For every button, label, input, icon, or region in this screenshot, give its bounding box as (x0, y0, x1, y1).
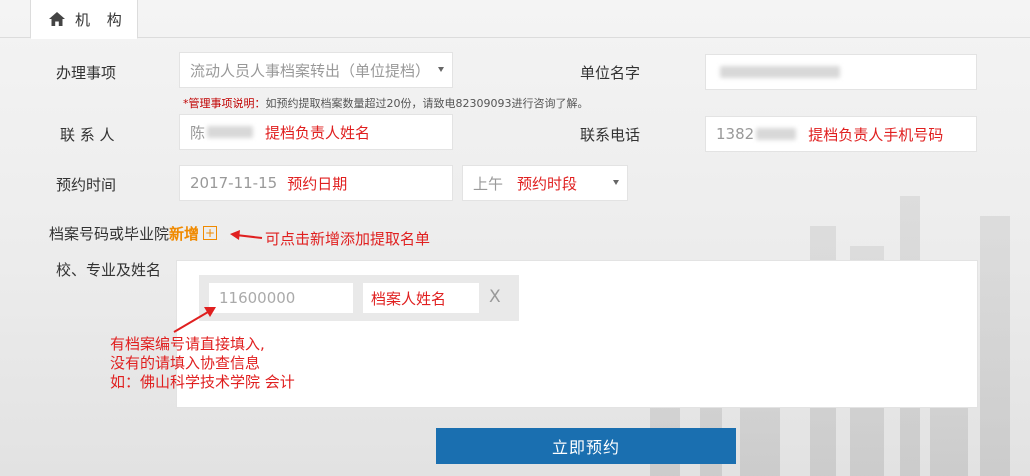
contact-hint: 提档负责人姓名 (265, 123, 371, 142)
remove-entry-icon[interactable]: X (489, 287, 501, 307)
instruction-line: 如：佛山科学技术学院 会计 (110, 373, 295, 391)
tab-institution[interactable]: 机 构 (30, 0, 138, 39)
archive-number-input[interactable]: 11600000 (209, 283, 353, 313)
home-icon (49, 12, 65, 26)
time-label: 预约时间 (56, 176, 117, 194)
tab-label: 机 构 (75, 10, 128, 29)
fill-instructions: 有档案编号请直接填入, 没有的请填入协查信息 如：佛山科学技术学院 会计 (110, 335, 295, 392)
archive-entry-row: 11600000 档案人姓名 X (199, 275, 519, 321)
contact-value: 陈 (190, 123, 206, 142)
note-text: 如预约提取档案数量超过20份，请致电82309093进行咨询了解。 (265, 97, 589, 110)
redacted-text (756, 128, 797, 140)
phone-value: 1382 (716, 125, 755, 143)
archive-entries-area: 11600000 档案人姓名 X (176, 260, 978, 408)
phone-field[interactable]: 1382 提档负责人手机号码 (705, 116, 977, 152)
add-entry-link[interactable]: 新增 (169, 225, 199, 243)
archive-label-2: 校、专业及姓名 (56, 261, 162, 279)
date-field[interactable]: 2017-11-15 预约日期 (179, 165, 453, 201)
period-hint: 预约时段 (517, 174, 578, 193)
contact-label: 联 系 人 (60, 126, 115, 144)
period-value: 上午 (473, 174, 504, 193)
add-plus-icon[interactable]: + (203, 225, 218, 240)
submit-button[interactable]: 立即预约 (436, 428, 736, 464)
instruction-line: 有档案编号请直接填入, (110, 335, 265, 353)
phone-hint: 提档负责人手机号码 (808, 125, 944, 144)
unit-name-field[interactable] (705, 54, 977, 90)
archive-label-text: 档案号码或毕业院 (49, 225, 170, 243)
note-prefix: *管理事项说明： (183, 97, 266, 110)
add-annotation: 可点击新增添加提取名单 (265, 230, 431, 248)
instruction-line: 没有的请填入协查信息 (110, 354, 261, 372)
top-tab-bar: 机 构 (0, 0, 1030, 39)
contact-field[interactable]: 陈 提档负责人姓名 (179, 114, 453, 150)
management-note: *管理事项说明：如预约提取档案数量超过20份，请致电82309093进行咨询了解… (183, 95, 588, 111)
date-hint: 预约日期 (287, 174, 348, 193)
matter-select-value: 流动人员人事档案转出（单位提档） (190, 61, 431, 80)
arrow-left-icon (230, 230, 263, 240)
matter-select[interactable]: 流动人员人事档案转出（单位提档） (179, 52, 453, 88)
archive-name-input[interactable]: 档案人姓名 (363, 283, 479, 313)
arrow-up-icon (173, 307, 216, 333)
period-select[interactable]: 上午 预约时段 (462, 165, 628, 201)
unit-name-label: 单位名字 (580, 64, 641, 82)
chevron-down-icon (613, 180, 619, 185)
redacted-text (207, 126, 254, 138)
date-value: 2017-11-15 (190, 174, 278, 192)
matter-label: 办理事项 (56, 64, 117, 82)
archive-label: 档案号码或毕业院新增 + (49, 223, 218, 244)
chevron-down-icon (438, 67, 444, 72)
redacted-text (720, 66, 840, 78)
phone-label: 联系电话 (580, 126, 641, 144)
